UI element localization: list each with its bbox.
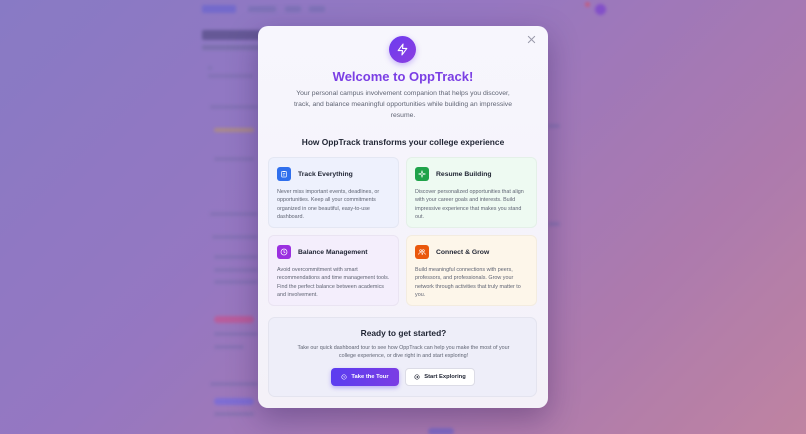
cta-description: Take our quick dashboard tour to see how… (297, 345, 510, 360)
feature-description: Never miss important events, deadlines, … (277, 189, 380, 220)
section-heading: How OppTrack transforms your college exp… (301, 137, 505, 147)
feature-card-balance-management: Balance Management Avoid overcommitment … (268, 235, 399, 306)
clock-icon (277, 245, 291, 259)
arrow-circle-icon (414, 374, 420, 380)
feature-card-resume-building: Resume Building Discover personalized op… (406, 157, 537, 228)
start-exploring-label: Start Exploring (424, 374, 466, 380)
welcome-modal: Welcome to OppTrack! Your personal campu… (258, 26, 548, 408)
clipboard-icon (277, 167, 291, 181)
feature-card-track-everything: Track Everything Never miss important ev… (268, 157, 399, 228)
get-started-panel: Ready to get started? Take our quick das… (268, 317, 537, 397)
start-exploring-button[interactable]: Start Exploring (405, 368, 475, 386)
feature-description: Avoid overcommitment with smart recommen… (277, 267, 390, 298)
compass-icon (341, 374, 347, 380)
hero-badge (389, 36, 416, 63)
people-icon (415, 245, 429, 259)
modal-subtitle: Your personal campus involvement compani… (293, 90, 512, 119)
feature-title: Connect & Grow (436, 248, 490, 256)
feature-description: Build meaningful connections with peers,… (415, 267, 521, 298)
feature-card-connect-grow: Connect & Grow Build meaningful connecti… (406, 235, 537, 306)
lightning-icon (397, 43, 408, 56)
take-the-tour-label: Take the Tour (351, 374, 389, 380)
feature-title: Track Everything (298, 170, 353, 178)
close-button[interactable] (526, 35, 537, 46)
close-icon (527, 35, 536, 44)
feature-title: Resume Building (436, 170, 492, 178)
sparkle-icon (415, 167, 429, 181)
feature-description: Discover personalized opportunities that… (415, 189, 524, 220)
cta-title: Ready to get started? (360, 328, 447, 338)
take-the-tour-button[interactable]: Take the Tour (331, 368, 399, 386)
modal-title: Welcome to OppTrack! (332, 69, 474, 84)
feature-title: Balance Management (298, 248, 368, 256)
